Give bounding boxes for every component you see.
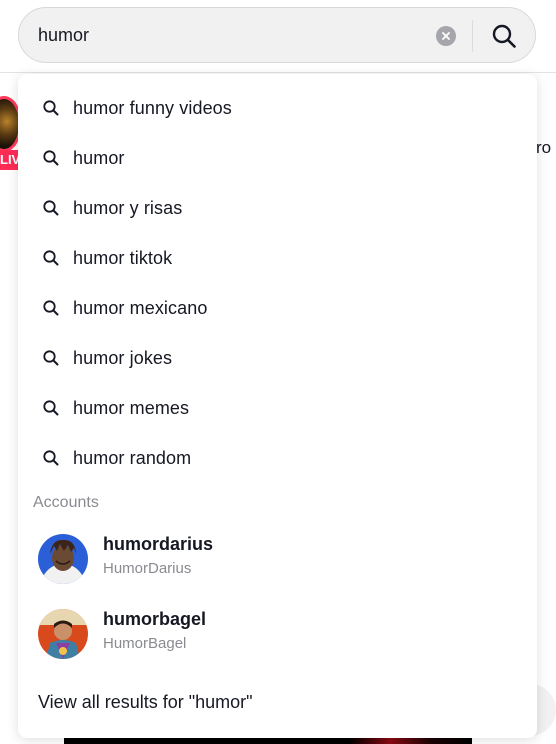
avatar bbox=[38, 609, 88, 659]
account-username: humordarius bbox=[103, 534, 214, 554]
suggestion-item[interactable]: humor jokes bbox=[18, 333, 537, 383]
suggestion-item[interactable]: humor funny videos bbox=[18, 83, 537, 133]
close-icon bbox=[442, 32, 450, 40]
account-nickname: HumorDarius bbox=[103, 560, 192, 577]
account-nickname: HumorBagel bbox=[103, 635, 187, 652]
search-icon bbox=[492, 24, 516, 48]
search-icon bbox=[42, 399, 60, 417]
suggestion-item[interactable]: humor bbox=[18, 133, 537, 183]
account-item-humordarius[interactable]: humordarius HumorDarius bbox=[38, 528, 518, 588]
clear-search-button[interactable] bbox=[436, 26, 456, 46]
accounts-section-header: Accounts bbox=[33, 494, 99, 511]
avatar bbox=[38, 534, 88, 584]
suggestion-item[interactable]: humor y risas bbox=[18, 183, 537, 233]
suggestion-item[interactable]: humor tiktok bbox=[18, 233, 537, 283]
search-icon bbox=[42, 99, 60, 117]
suggestion-label: humor memes bbox=[73, 397, 190, 418]
header-divider bbox=[0, 72, 556, 73]
search-icon bbox=[42, 249, 60, 267]
suggestion-label: humor bbox=[73, 147, 125, 168]
search-bar bbox=[18, 7, 536, 63]
background-text-fragment: ro bbox=[536, 138, 552, 157]
suggestion-item[interactable]: humor random bbox=[18, 433, 537, 483]
account-username: humorbagel bbox=[103, 609, 207, 629]
suggestion-label: humor funny videos bbox=[73, 97, 232, 118]
suggestion-label: humor y risas bbox=[73, 197, 183, 218]
view-all-results-link[interactable]: View all results for "humor" bbox=[38, 692, 253, 713]
search-input[interactable] bbox=[38, 15, 430, 55]
search-icon bbox=[42, 149, 60, 167]
suggestion-item[interactable]: humor mexicano bbox=[18, 283, 537, 333]
search-icon bbox=[42, 199, 60, 217]
search-icon bbox=[42, 299, 60, 317]
search-suggestions-dropdown: humor funny videos humor humor y risas humo… bbox=[18, 74, 537, 738]
suggestion-label: humor tiktok bbox=[73, 247, 173, 268]
suggestion-label: humor mexicano bbox=[73, 297, 208, 318]
search-icon bbox=[42, 449, 60, 467]
suggestion-list: humor funny videos humor humor y risas humo… bbox=[18, 83, 537, 483]
search-divider bbox=[472, 20, 473, 52]
account-item-humorbagel[interactable]: humorbagel HumorBagel bbox=[38, 603, 518, 663]
search-icon bbox=[42, 349, 60, 367]
suggestion-label: humor jokes bbox=[73, 347, 173, 368]
suggestion-label: humor random bbox=[73, 447, 192, 468]
suggestion-item[interactable]: humor memes bbox=[18, 383, 537, 433]
search-button[interactable] bbox=[479, 14, 529, 58]
